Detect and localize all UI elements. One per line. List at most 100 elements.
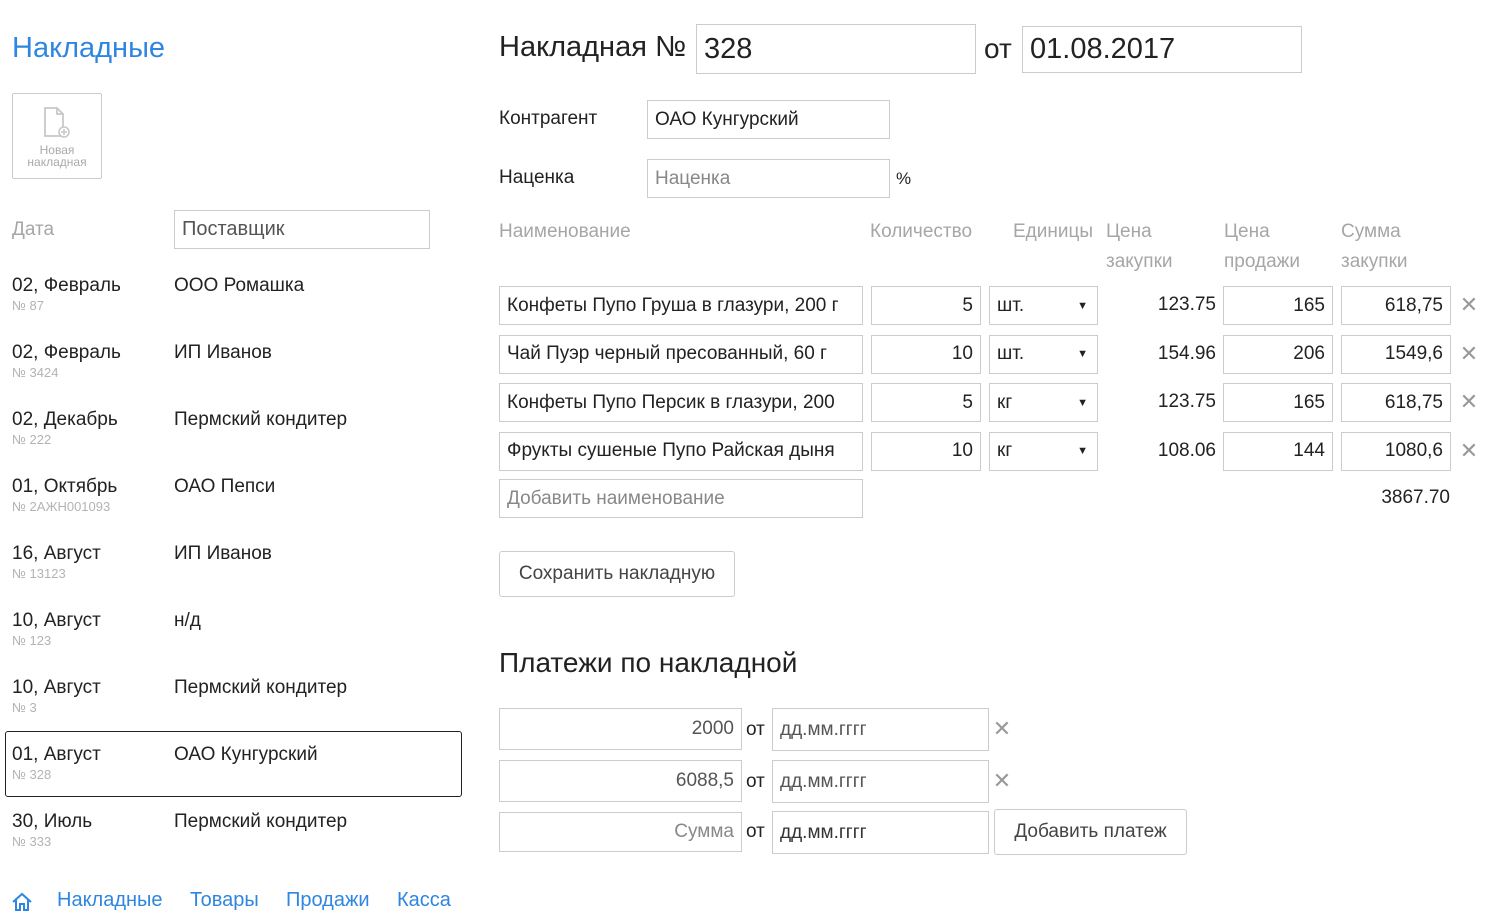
new-invoice-label-line2: накладная	[27, 155, 87, 169]
invoice-row-number: № 3424	[12, 365, 59, 380]
col-header-name: Наименование	[499, 221, 631, 242]
add-item-input[interactable]: Добавить наименование	[499, 479, 863, 518]
invoice-row-date: 01, Август	[12, 744, 101, 765]
item-unit-value: шт.	[997, 343, 1025, 364]
invoice-heading: Накладная №	[499, 31, 687, 63]
nav-products-link[interactable]: Товары	[190, 889, 259, 912]
item-sell-price-input[interactable]: 144	[1223, 431, 1333, 471]
invoice-row-date: 10, Август	[12, 677, 101, 698]
invoice-row-number: № 123	[12, 633, 52, 648]
markup-percent-sign: %	[896, 169, 912, 188]
item-sell-price-input[interactable]: 165	[1223, 286, 1333, 325]
nav-invoices-link[interactable]: Накладные	[57, 889, 163, 912]
item-buy-price: 108.06	[1157, 439, 1216, 461]
payment-date-label: от	[746, 771, 765, 792]
counterparty-label: Контрагент	[499, 108, 598, 129]
add-payment-button[interactable]: Добавить платеж	[994, 809, 1187, 855]
payment-amount-input[interactable]: 6088,5	[499, 760, 742, 802]
item-qty-input[interactable]: 5	[871, 383, 981, 422]
col-header-sell-price-line2: продажи	[1224, 251, 1300, 272]
counterparty-input[interactable]: ОАО Кунгурский	[647, 100, 890, 139]
item-sum-input[interactable]: 618,75	[1341, 383, 1451, 422]
invoice-row-date: 10, Август	[12, 610, 101, 631]
invoice-row-date: 16, Август	[12, 543, 101, 564]
invoice-row-supplier: Пермский кондитер	[174, 677, 348, 698]
item-qty-input[interactable]: 10	[871, 334, 981, 374]
item-sum-input[interactable]: 1549,6	[1341, 334, 1451, 374]
invoice-number-input[interactable]: 328	[696, 24, 976, 74]
dropdown-arrow-icon: ▼	[1077, 348, 1088, 360]
new-payment-amount-input[interactable]: Сумма	[499, 812, 742, 852]
invoice-row-date: 02, Февраль	[12, 342, 121, 363]
invoice-row-date: 02, Декабрь	[12, 409, 118, 430]
invoice-row-date: 30, Июль	[12, 811, 93, 832]
col-header-qty: Количество	[870, 221, 973, 242]
remove-item-close-icon[interactable]: ✕	[1459, 389, 1479, 414]
remove-item-close-icon[interactable]: ✕	[1459, 438, 1479, 463]
item-unit-value: кг	[997, 391, 1013, 413]
payments-heading: Платежи по накладной	[499, 647, 798, 678]
invoice-date-input[interactable]: 01.08.2017	[1022, 26, 1302, 73]
item-unit-value: шт.	[997, 294, 1025, 316]
invoice-row-supplier: Пермский кондитер	[174, 811, 348, 832]
item-sum-input[interactable]: 1080,6	[1341, 431, 1451, 471]
remove-payment-close-icon[interactable]: ✕	[992, 716, 1012, 741]
col-header-buy-price-line2: закупки	[1106, 251, 1173, 272]
new-payment-date-label: от	[746, 821, 765, 842]
dropdown-arrow-icon: ▼	[1077, 299, 1088, 312]
invoice-row-supplier: ИП Иванов	[174, 543, 272, 564]
item-name-input[interactable]: Фрукты сушеные Пупо Райская дыня	[499, 431, 863, 471]
home-icon[interactable]	[11, 892, 33, 912]
item-unit-value: кг	[997, 440, 1013, 461]
new-payment-date-input[interactable]: дд.мм.гггг	[772, 811, 989, 854]
dropdown-arrow-icon: ▼	[1077, 396, 1088, 409]
item-buy-price: 123.75	[1157, 391, 1216, 412]
invoice-row-supplier: н/д	[174, 610, 201, 631]
item-qty-input[interactable]: 10	[871, 431, 981, 471]
item-name-input[interactable]: Конфеты Пупо Груша в глазури, 200 г	[499, 286, 863, 325]
remove-item-close-icon[interactable]: ✕	[1459, 341, 1479, 366]
item-unit-select[interactable]: шт. ▼	[989, 334, 1098, 374]
col-header-buy-price-line1: Цена	[1106, 221, 1152, 242]
item-unit-select[interactable]: кг ▼	[989, 383, 1098, 422]
col-header-sum-line1: Сумма	[1341, 221, 1401, 242]
payment-amount-input[interactable]: 2000	[499, 708, 742, 750]
invoice-row-supplier: ОАО Кунгурский	[174, 744, 318, 765]
markup-input[interactable]: Наценка	[647, 159, 890, 198]
supplier-filter-input[interactable]: Поставщик	[174, 210, 430, 249]
nav-cash-link[interactable]: Касса	[397, 889, 451, 912]
remove-item-close-icon[interactable]: ✕	[1459, 292, 1479, 317]
item-sell-price-input[interactable]: 165	[1223, 383, 1333, 422]
invoice-total: 3867.70	[1381, 487, 1450, 508]
item-buy-price: 123.75	[1157, 294, 1216, 315]
invoice-row-supplier: Пермский кондитер	[174, 409, 348, 430]
markup-label: Наценка	[499, 167, 575, 188]
nav-sales-link[interactable]: Продажи	[286, 889, 370, 912]
item-sum-input[interactable]: 618,75	[1341, 286, 1451, 325]
date-filter-label: Дата	[12, 219, 55, 240]
new-invoice-button[interactable]: Новая накладная	[12, 93, 102, 179]
sidebar-title: Накладные	[12, 32, 166, 64]
item-unit-select[interactable]: кг ▼	[989, 431, 1098, 471]
invoice-row-number: № 2АЖН001093	[12, 499, 111, 514]
remove-payment-close-icon[interactable]: ✕	[992, 768, 1012, 793]
item-name-input[interactable]: Чай Пуэр черный пресованный, 60 г	[499, 334, 863, 374]
payment-date-input[interactable]: дд.мм.гггг	[772, 708, 989, 751]
payment-date-input[interactable]: дд.мм.гггг	[772, 760, 989, 803]
invoice-row-supplier: ООО Ромашка	[174, 275, 305, 296]
invoice-row-date: 01, Октябрь	[12, 476, 118, 497]
item-unit-select[interactable]: шт. ▼	[989, 286, 1098, 325]
invoice-row-number: № 3	[12, 700, 37, 715]
invoice-row-supplier: ОАО Пепси	[174, 476, 276, 497]
col-header-sum-line2: закупки	[1341, 251, 1408, 272]
col-header-unit: Единицы	[1013, 221, 1094, 242]
invoice-row-supplier: ИП Иванов	[174, 342, 272, 363]
item-sell-price-input[interactable]: 206	[1223, 334, 1333, 374]
item-qty-input[interactable]: 5	[871, 286, 981, 325]
save-invoice-button[interactable]: Сохранить накладную	[499, 551, 735, 597]
invoice-row-number: № 87	[12, 298, 45, 313]
payment-date-label: от	[746, 719, 765, 740]
item-name-input[interactable]: Конфеты Пупо Персик в глазури, 200	[499, 383, 863, 422]
invoice-row-number: № 222	[12, 432, 52, 447]
dropdown-arrow-icon: ▼	[1077, 445, 1088, 457]
